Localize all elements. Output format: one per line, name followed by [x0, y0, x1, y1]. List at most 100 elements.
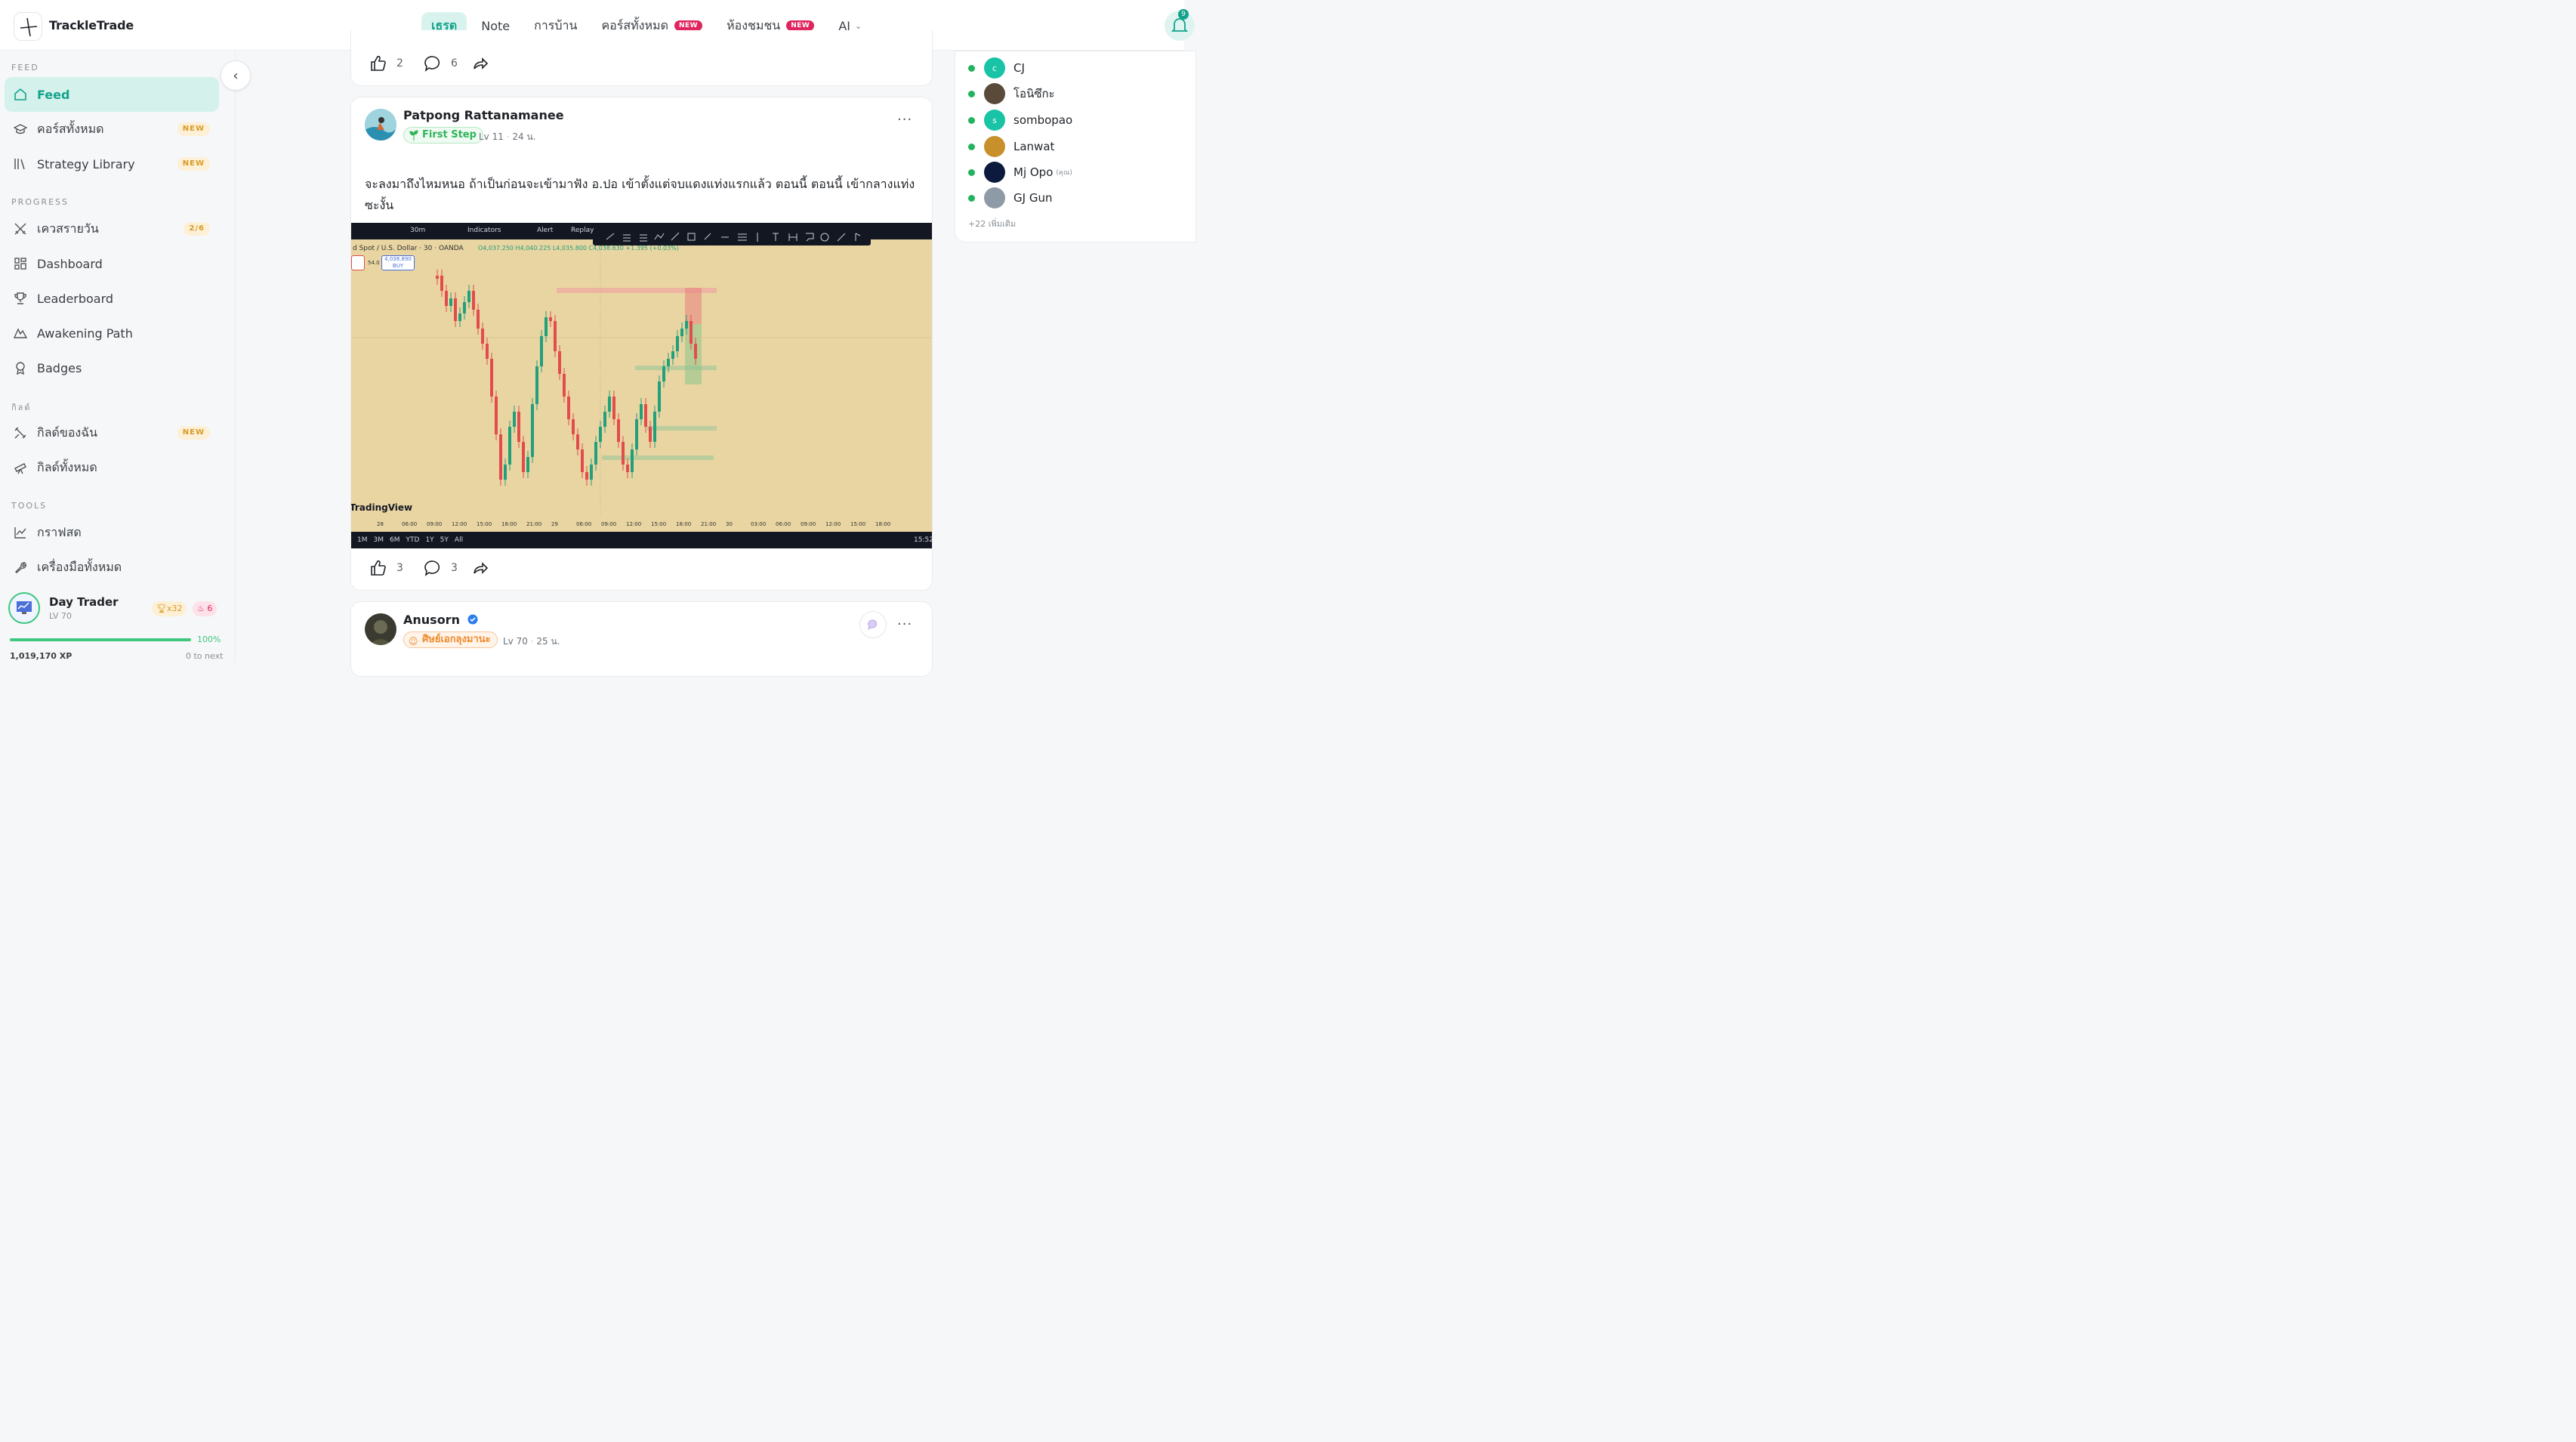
tv-bottom-toolbar: 1M 3M 6M YTD 1Y 5Y All 15:52:	[351, 532, 932, 548]
sidebar-item-feed[interactable]: Feed	[5, 77, 219, 112]
monk-icon: ☺	[409, 636, 418, 647]
trophy-icon: 🏆︎	[156, 604, 167, 613]
sidebar-item-strategy-library[interactable]: Strategy Library NEW	[5, 147, 219, 181]
avatar: c	[984, 57, 1005, 79]
post-meta: Lv 70 · 25 น.	[503, 636, 560, 647]
candle-body	[594, 442, 597, 465]
candle-body	[549, 317, 552, 321]
sidebar-item-daily-quest[interactable]: เควสรายวัน 2/6	[5, 212, 219, 246]
candle-body	[540, 336, 543, 366]
sidebar-item-awakening-path[interactable]: Awakening Path	[5, 316, 219, 350]
trophy-icon	[14, 292, 27, 305]
comment-button[interactable]: 3	[424, 559, 472, 577]
sidebar-item-all-guilds[interactable]: กิลด์ทั้งหมด	[5, 450, 219, 485]
reply-bubble-button[interactable]	[859, 611, 887, 638]
candle-body	[635, 419, 638, 449]
section-label-progress: PROGRESS	[11, 197, 69, 207]
author-level: Lv 11	[479, 131, 504, 142]
streak-count: 6	[207, 604, 213, 613]
like-button[interactable]: 3	[369, 559, 418, 577]
line-chart-icon	[14, 526, 27, 539]
tv-range-button: 3M	[373, 536, 384, 544]
tv-time-label: 15:00	[477, 521, 492, 527]
post-author[interactable]: Patpong Rattanamanee	[403, 108, 564, 122]
share-button[interactable]	[471, 559, 489, 577]
post-body: จะลงมาถึงไหมหนอ ถ้าเป็นก่อนจะเข้ามาฟัง อ…	[365, 177, 915, 212]
tv-time-label: 18:00	[501, 521, 517, 527]
avatar[interactable]	[365, 109, 396, 140]
candle-body	[463, 302, 466, 313]
member-name: Mj Opo	[1013, 165, 1054, 179]
graduation-cap-icon	[14, 122, 27, 136]
more-members-link[interactable]: +22 เพิ่มเติม	[968, 217, 1016, 230]
like-button[interactable]: 2	[369, 54, 418, 73]
member-item[interactable]: Mj Opo (คุณ)	[968, 162, 1072, 183]
section-label-tools: TOOLS	[11, 501, 48, 511]
tv-range-button: All	[454, 536, 464, 544]
member-name: GJ Gun	[1013, 191, 1053, 205]
post-more-menu-icon[interactable]: ···	[897, 616, 912, 632]
verified-icon	[467, 613, 478, 628]
sidebar-item-all-tools[interactable]: เครื่องมือทั้งหมด	[5, 550, 219, 585]
post-image-chart[interactable]: 30m Indicators Alert Replay d Spot / U.S…	[351, 223, 932, 548]
member-item[interactable]: c CJ	[968, 57, 1025, 79]
post-more-menu-icon[interactable]: ···	[897, 112, 912, 128]
notification-count: 9	[1178, 9, 1189, 20]
candle-body	[445, 291, 448, 306]
tv-range-buttons: 1M 3M 6M YTD 1Y 5Y All	[357, 536, 469, 544]
xp-total: 1,019,170 XP	[10, 651, 72, 661]
online-status-dot	[968, 90, 975, 97]
new-badge: NEW	[674, 20, 703, 31]
post-author[interactable]: Anusorn	[403, 613, 478, 628]
candlestick-chart	[351, 245, 932, 517]
logo-icon[interactable]	[14, 12, 42, 41]
candle-body	[676, 336, 679, 351]
tv-time-label: 09:00	[427, 521, 443, 527]
candle-body	[499, 434, 502, 480]
member-item[interactable]: Lanwat	[968, 136, 1054, 157]
sidebar-item-leaderboard[interactable]: Leaderboard	[5, 281, 219, 316]
avatar	[984, 162, 1005, 183]
tv-indicators: Indicators	[467, 227, 501, 234]
support-zone	[647, 426, 717, 431]
sidebar-item-label: กิลด์ทั้งหมด	[37, 459, 97, 474]
comment-button[interactable]: 6	[424, 54, 472, 73]
satellite-icon	[14, 426, 27, 440]
tv-time-label: 06:00	[776, 521, 791, 527]
sidebar-item-my-guild[interactable]: กิลด์ของฉัน NEW	[5, 415, 219, 450]
tv-time-label: 09:00	[601, 521, 617, 527]
avatar[interactable]	[365, 613, 396, 645]
comment-icon	[424, 560, 440, 576]
tv-symbol: d Spot / U.S. Dollar · 30 · OANDA	[353, 245, 464, 252]
sidebar-item-label: Badges	[37, 360, 82, 375]
member-name: โอนิซึกะ	[1013, 87, 1055, 100]
sidebar-item-all-courses[interactable]: คอร์สทั้งหมด NEW	[5, 112, 219, 147]
sidebar-item-label: กราฟสด	[37, 524, 82, 539]
tv-time-label: 29	[551, 521, 558, 527]
stop-loss-box	[685, 288, 702, 324]
grid-icon	[14, 257, 27, 270]
chevron-left-icon: ‹	[233, 67, 239, 84]
sidebar-item-dashboard[interactable]: Dashboard	[5, 246, 219, 281]
candle-body	[477, 310, 480, 329]
member-item[interactable]: โอนิซึกะ	[968, 83, 1055, 104]
share-button[interactable]	[471, 54, 489, 73]
candle-body	[685, 321, 688, 329]
tv-drawing-toolbar	[593, 229, 871, 245]
tv-time-label: 12:00	[452, 521, 467, 527]
member-item[interactable]: s sombopao	[968, 110, 1072, 131]
candle-body	[472, 291, 475, 310]
avatar	[984, 136, 1005, 157]
sidebar-item-badges[interactable]: Badges	[5, 350, 219, 385]
chat-bubble-icon	[868, 619, 878, 631]
tv-time-label: 18:00	[676, 521, 692, 527]
brand-name[interactable]: TrackleTrade	[49, 18, 134, 32]
member-item[interactable]: GJ Gun	[968, 187, 1052, 208]
support-zone	[602, 455, 714, 460]
sidebar-item-live-chart[interactable]: กราฟสด	[5, 515, 219, 550]
take-profit-box	[685, 324, 702, 384]
tv-time-label: 21:00	[526, 521, 542, 527]
profile-name: Day Trader	[49, 595, 119, 609]
collapse-sidebar-button[interactable]: ‹	[221, 60, 251, 91]
author-level: Lv 70	[503, 636, 528, 647]
